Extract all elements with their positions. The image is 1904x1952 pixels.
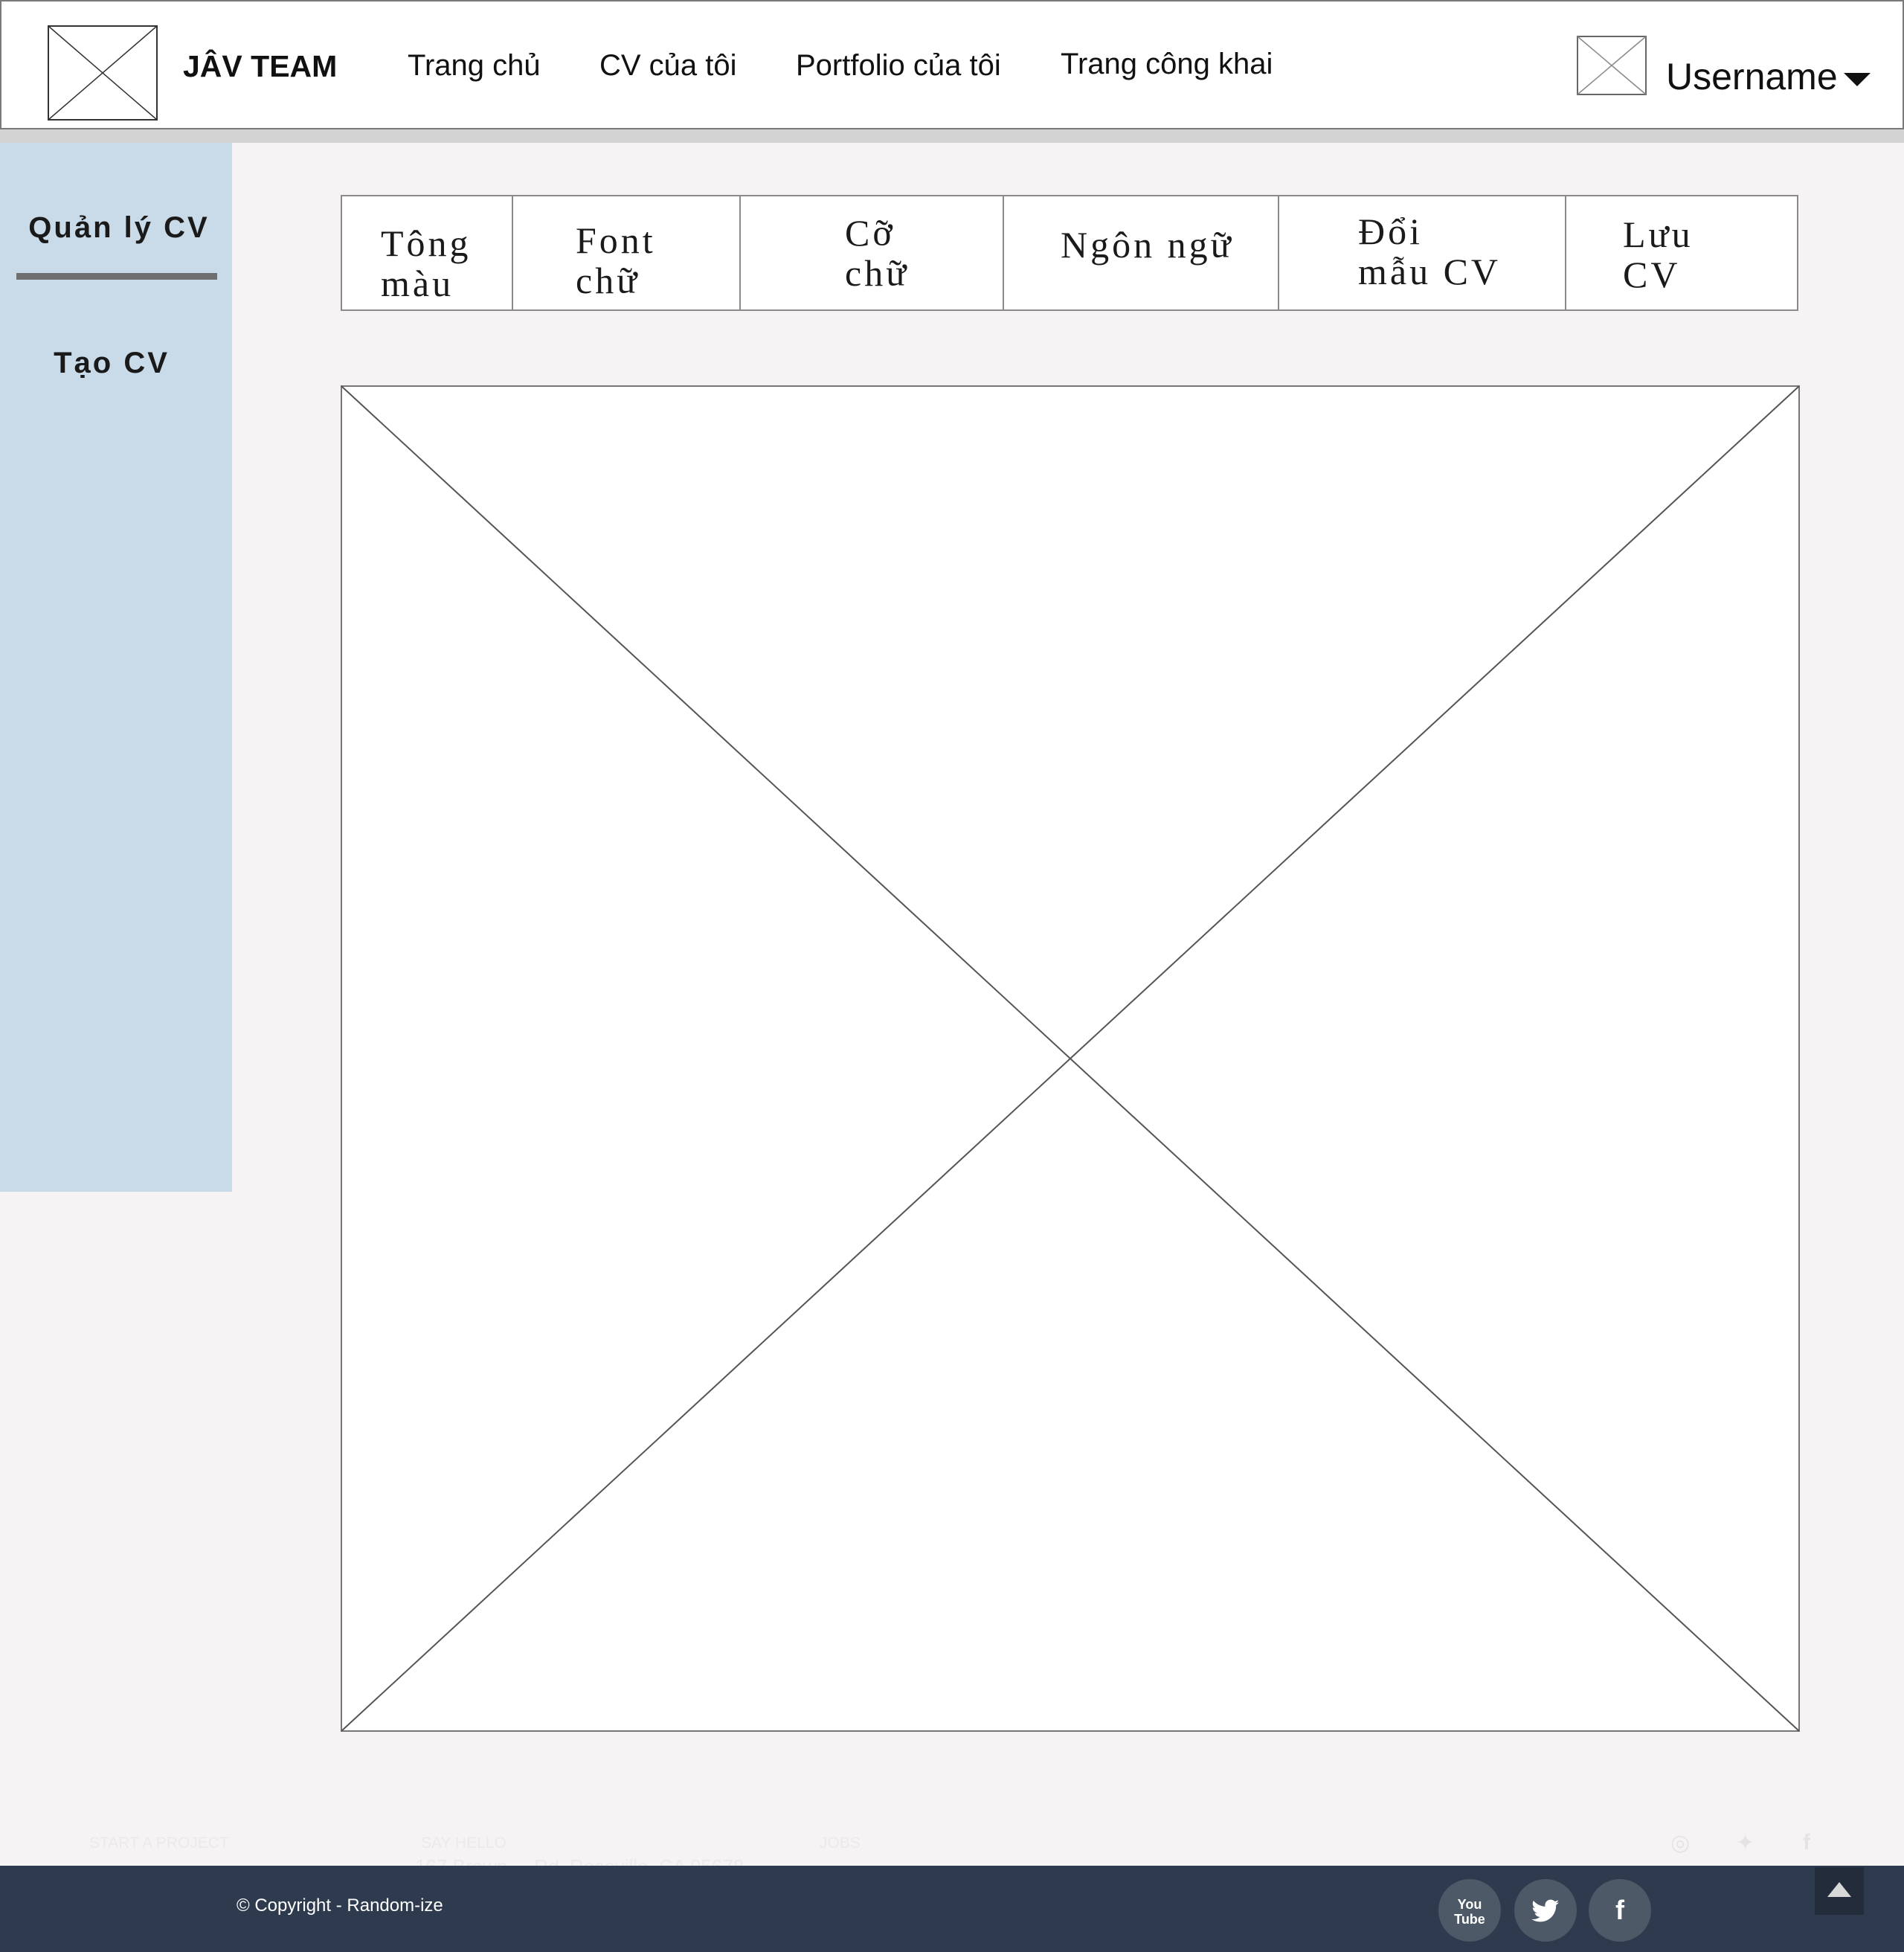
ghost-footer-heading: JOBS	[820, 1834, 861, 1852]
top-navbar: JÂV TEAM Trang chủ CV của tôi Portfolio …	[0, 0, 1904, 129]
toolbar-color-theme-button[interactable]: Tông màu	[342, 196, 513, 309]
sidebar-item-quan-ly-cv[interactable]: Quản lý CV	[3, 211, 235, 245]
toolbar-label-line: chữ	[576, 260, 640, 301]
facebook-icon[interactable]: f	[1589, 1879, 1651, 1942]
sidebar-active-indicator	[16, 273, 217, 280]
toolbar-change-template-button[interactable]: Đổi mẫu CV	[1279, 196, 1566, 309]
toolbar-save-cv-button[interactable]: Lưu CV	[1566, 196, 1797, 309]
ghost-footer-heading: SAY HELLO	[421, 1834, 506, 1852]
toolbar-label-line: màu	[381, 263, 454, 304]
username-label: Username	[1666, 56, 1838, 97]
toolbar-label-line: Font	[576, 219, 656, 261]
toolbar-label: Cỡ chữ	[845, 213, 909, 293]
cv-editor-toolbar: Tông màu Font chữ Cỡ chữ Ngôn ngữ Đổi mẫ…	[341, 195, 1798, 311]
toolbar-label-line: mẫu CV	[1358, 251, 1502, 292]
chevron-down-icon	[1843, 72, 1871, 86]
footer: © Copyright - Random-ize You Tube f	[0, 1866, 1904, 1952]
header-divider	[0, 129, 1904, 143]
toolbar-label-line: chữ	[845, 252, 910, 294]
toolbar-label-line: Ngôn ngữ	[1061, 224, 1234, 266]
ghost-footer-heading: START A PROJECT	[89, 1834, 229, 1852]
toolbar-label-line: Đổi	[1358, 211, 1423, 252]
sidebar: Quản lý CV Tạo CV	[0, 143, 232, 1192]
toolbar-label: Lưu CV	[1623, 214, 1694, 295]
toolbar-label: Font chữ	[576, 220, 656, 301]
nav-cv-cua-toi[interactable]: CV của tôi	[599, 49, 737, 83]
avatar-placeholder-icon[interactable]	[1577, 36, 1647, 95]
facebook-icon: f	[1803, 1830, 1810, 1855]
cv-preview-placeholder-icon[interactable]	[341, 385, 1800, 1732]
toolbar-label-line: Cỡ	[845, 212, 895, 254]
twitter-icon[interactable]	[1514, 1879, 1577, 1942]
instagram-icon: ◎	[1670, 1831, 1691, 1855]
copyright-text: © Copyright - Random-ize	[237, 1895, 443, 1916]
toolbar-language-button[interactable]: Ngôn ngữ	[1004, 196, 1279, 309]
logo-placeholder-icon[interactable]	[48, 25, 158, 121]
twitter-icon: ✦	[1736, 1831, 1755, 1855]
toolbar-label: Ngôn ngữ	[1061, 225, 1234, 265]
nav-portfolio-cua-toi[interactable]: Portfolio của tôi	[796, 49, 1001, 83]
toolbar-font-button[interactable]: Font chữ	[513, 196, 741, 309]
toolbar-label: Tông màu	[381, 223, 472, 304]
nav-trang-cong-khai[interactable]: Trang công khai	[1061, 48, 1273, 81]
nav-trang-chu[interactable]: Trang chủ	[408, 49, 541, 83]
youtube-icon[interactable]: You Tube	[1438, 1879, 1501, 1942]
toolbar-label-line: Tông	[381, 222, 472, 264]
sidebar-item-tao-cv[interactable]: Tạo CV	[0, 347, 228, 380]
toolbar-font-size-button[interactable]: Cỡ chữ	[741, 196, 1004, 309]
toolbar-label-line: Lưu	[1623, 214, 1694, 255]
back-to-top-button[interactable]	[1815, 1867, 1864, 1915]
twitter-bird-shape	[1531, 1900, 1560, 1922]
toolbar-label: Đổi mẫu CV	[1358, 211, 1501, 292]
toolbar-label-line: CV	[1623, 254, 1681, 295]
brand-name[interactable]: JÂV TEAM	[183, 49, 337, 84]
user-menu-toggle[interactable]: Username	[1666, 55, 1871, 98]
